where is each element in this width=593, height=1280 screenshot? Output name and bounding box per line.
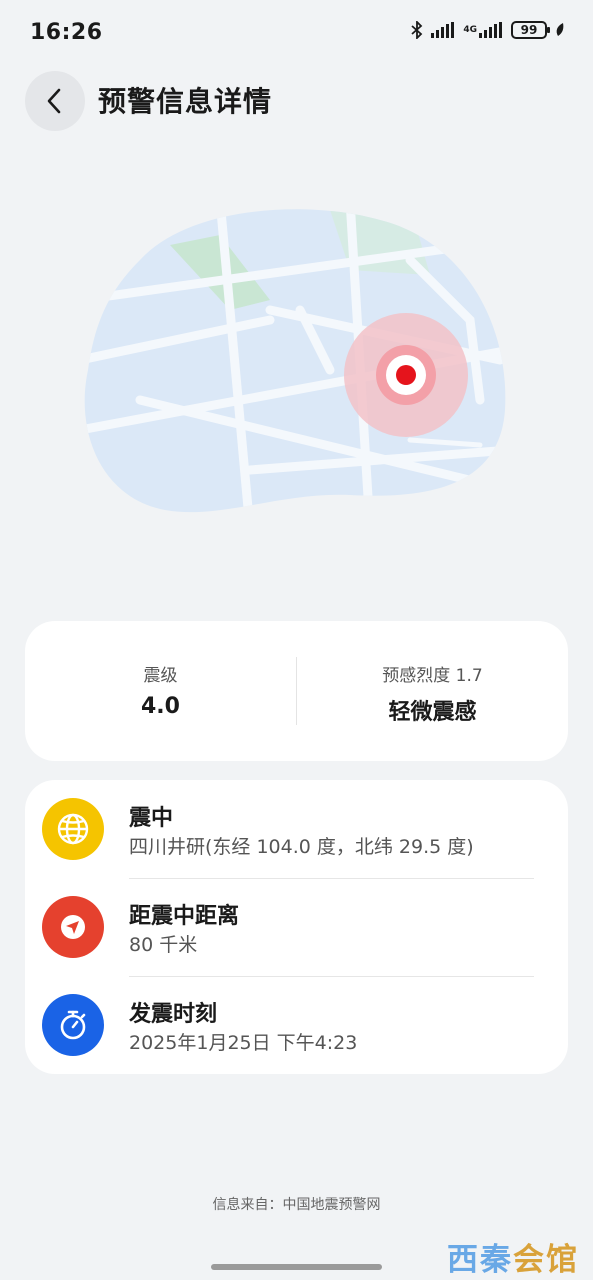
time-row: 发震时刻 2025年1月25日 下午4:23 [25, 976, 568, 1074]
distance-row: 距震中距离 80 千米 [25, 878, 568, 976]
battery-icon: 99 [511, 21, 550, 39]
bluetooth-icon [411, 21, 423, 39]
time-value: 2025年1月25日 下午4:23 [129, 1032, 358, 1054]
stopwatch-icon [42, 994, 104, 1056]
time-title: 发震时刻 [129, 1002, 218, 1027]
epicenter-row: 震中 四川井研(东经 104.0 度，北纬 29.5 度) [25, 780, 568, 878]
network-type: 4G [463, 24, 477, 35]
leaf-icon [556, 23, 564, 36]
navigation-icon [42, 896, 104, 958]
signal-icon-2 [479, 22, 502, 38]
epicenter-title: 震中 [129, 806, 174, 831]
globe-icon [42, 798, 104, 860]
info-source: 信息来自：中国地震预警网 [212, 1197, 381, 1213]
magnitude-label: 震级 [143, 666, 178, 686]
header: 预警信息详情 [0, 66, 593, 136]
intensity-label: 预感烈度 1.7 [382, 666, 483, 686]
intensity-section: 预感烈度 1.7 轻微震感 [297, 661, 568, 726]
home-indicator[interactable] [211, 1264, 382, 1270]
back-button[interactable] [25, 71, 85, 131]
status-icons: 4G 99 [411, 21, 565, 39]
watermark: 西秦会馆 [447, 1234, 579, 1279]
intensity-value: 轻微震感 [388, 700, 477, 725]
magnitude-value: 4.0 [141, 694, 180, 719]
page-title: 预警信息详情 [98, 85, 273, 118]
status-bar: 16:26 4G 99 [0, 0, 593, 66]
signal-icon [431, 22, 455, 38]
epicenter-marker [396, 365, 416, 385]
info-card: 震中 四川井研(东经 104.0 度，北纬 29.5 度) 距震中距离 80 千… [25, 780, 568, 1074]
chevron-left-icon [47, 88, 61, 114]
battery-level: 99 [520, 23, 538, 37]
epicenter-value: 四川井研(东经 104.0 度，北纬 29.5 度) [129, 836, 474, 858]
watermark-part-1: 西秦 [447, 1242, 513, 1278]
magnitude-section: 震级 4.0 [25, 661, 296, 719]
distance-value: 80 千米 [129, 934, 198, 956]
status-time: 16:26 [30, 20, 103, 45]
watermark-part-2: 会馆 [513, 1242, 579, 1278]
epicenter-map [84, 209, 506, 513]
distance-title: 距震中距离 [129, 904, 240, 929]
magnitude-card: 震级 4.0 预感烈度 1.7 轻微震感 [25, 621, 568, 761]
